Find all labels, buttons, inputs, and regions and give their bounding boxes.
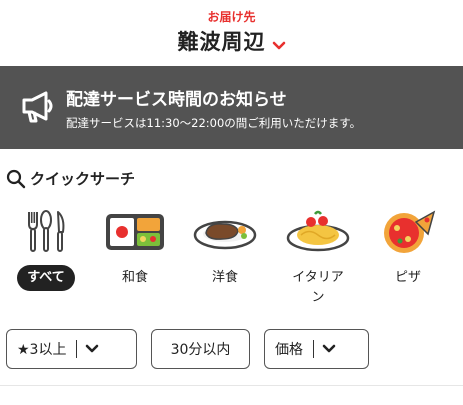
pasta-icon [283, 204, 353, 258]
category-washoku[interactable]: 和食 [100, 204, 170, 288]
notice-banner[interactable]: 配達サービス時間のお知らせ 配達サービスは11:30〜22:00の間ご利用いただ… [0, 66, 463, 149]
chevron-down-icon [314, 344, 344, 354]
megaphone-icon [20, 90, 56, 124]
category-pizza[interactable]: ピザ [373, 204, 443, 288]
category-yoshoku[interactable]: 洋食 [190, 204, 260, 288]
banner-subtitle: 配達サービスは11:30〜22:00の間ご利用いただけます。 [66, 116, 362, 130]
location-selector[interactable]: 難波周辺 [0, 26, 463, 56]
location-text: 難波周辺 [177, 30, 266, 54]
chevron-down-icon [272, 36, 286, 50]
cutlery-icon [11, 204, 81, 258]
category-label: すべて [17, 265, 75, 291]
price-filter[interactable]: 価格 [264, 329, 369, 369]
chevron-down-icon [77, 344, 107, 354]
pizza-icon [373, 204, 443, 258]
rating-filter[interactable]: ★3以上 [6, 329, 137, 369]
bento-icon [100, 204, 170, 258]
search-icon [6, 169, 26, 189]
section-divider [0, 385, 463, 386]
time-filter[interactable]: 30分以内 [151, 329, 250, 369]
category-label: 和食 [121, 270, 148, 285]
deliver-label: お届け先 [207, 10, 256, 24]
rating-filter-label: ★3以上 [17, 342, 67, 358]
steak-icon [190, 204, 260, 258]
header: お届け先 難波周辺 [0, 0, 463, 66]
category-label: イタリアン [292, 270, 344, 305]
price-filter-label: 価格 [275, 342, 303, 358]
time-filter-label: 30分以内 [170, 342, 231, 358]
banner-title: 配達サービス時間のお知らせ [66, 90, 287, 110]
category-all[interactable]: すべて [11, 204, 81, 291]
category-label: 洋食 [211, 270, 238, 285]
quick-search-title: クイックサーチ [30, 170, 136, 188]
quick-search-heading: クイックサーチ [6, 168, 135, 189]
category-label: ピザ [394, 270, 421, 285]
category-italian[interactable]: イタリアン [283, 204, 353, 308]
